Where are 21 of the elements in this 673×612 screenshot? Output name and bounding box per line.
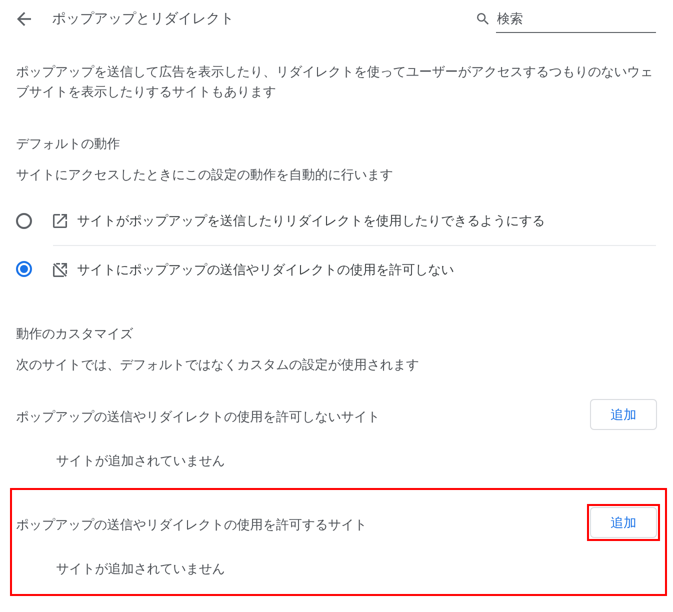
crossed-box-arrow-icon — [53, 262, 67, 276]
description-text: ポップアップを送信して広告を表示したり、リダイレクトを使ってユーザーがアクセスするつもりのないウェブサイトを表示したりするサイトもあります — [16, 64, 654, 102]
list-title: ポップアップの送信やリダイレクトの使用を許可するサイト — [16, 516, 367, 534]
list-title: ポップアップの送信やリダイレクトの使用を許可しないサイト — [16, 408, 380, 426]
back-arrow-icon[interactable] — [17, 12, 31, 26]
search-icon — [477, 13, 489, 25]
radio-button[interactable] — [16, 213, 32, 229]
search-field[interactable]: 検索 — [496, 8, 656, 32]
section-heading: 動作のカスタマイズ — [16, 326, 134, 344]
empty-list-message: サイトが追加されていません — [56, 562, 225, 577]
box-arrow-icon — [53, 214, 67, 228]
radio-button[interactable] — [16, 261, 32, 277]
section-subheading: サイトにアクセスしたときにこの設定の動作を自動的に行います — [16, 167, 394, 185]
section-subheading: 次のサイトでは、デフォルトではなくカスタムの設定が使用されます — [16, 357, 420, 375]
option-label[interactable]: サイトがポップアップを送信したりリダイレクトを使用したりできるようにする — [77, 212, 545, 230]
section-heading: デフォルトの動作 — [16, 136, 121, 154]
empty-list-message: サイトが追加されていません — [56, 454, 225, 469]
add-button[interactable]: 追加 — [590, 399, 657, 430]
page-title: ポップアップとリダイレクト — [52, 10, 234, 28]
option-label[interactable]: サイトにポップアップの送信やリダイレクトの使用を許可しない — [77, 260, 454, 278]
add-button[interactable]: 追加 — [590, 507, 657, 538]
